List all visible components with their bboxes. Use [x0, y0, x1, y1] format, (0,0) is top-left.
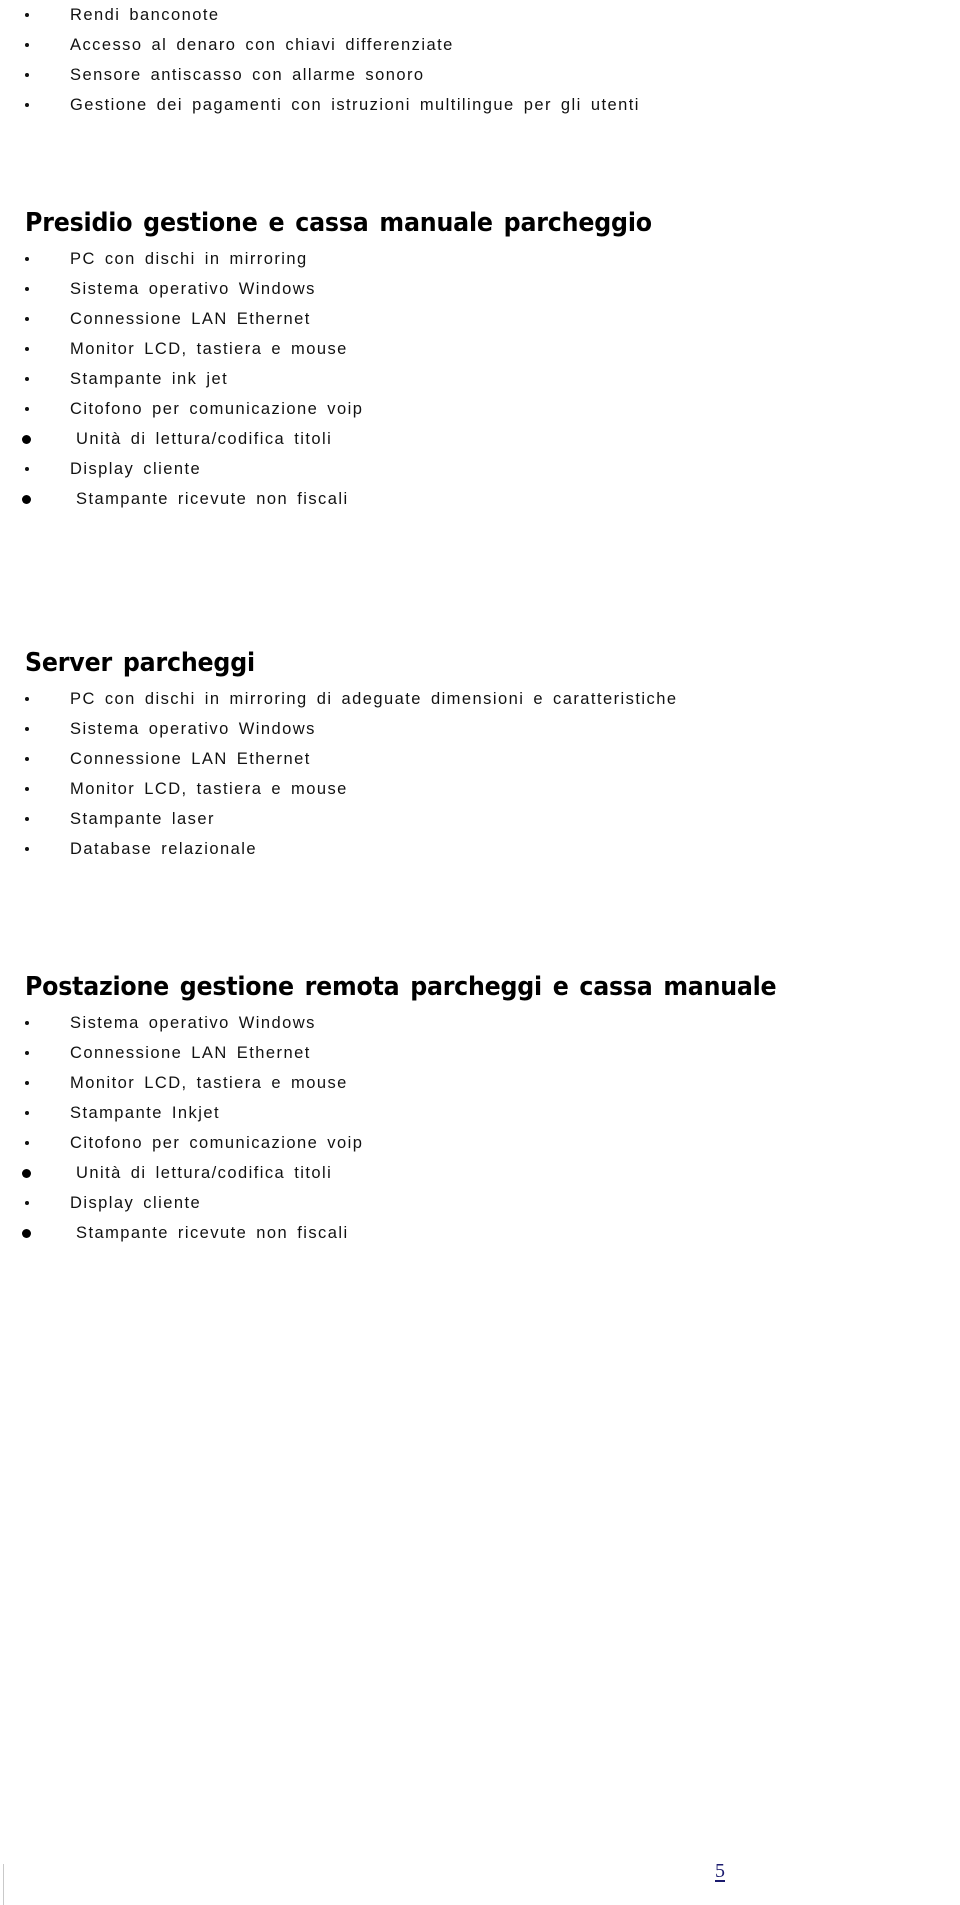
- list-item: Sistema operativo Windows: [0, 1008, 363, 1038]
- list-item-text: PC con dischi in mirroring: [70, 250, 308, 268]
- list-item-text: Display cliente: [70, 460, 202, 478]
- list-item: Citofono per comunicazione voip: [0, 1128, 363, 1158]
- list-item-text: Sistema operativo Windows: [70, 280, 316, 298]
- list-item-text: Monitor LCD, tastiera e mouse: [70, 340, 348, 358]
- section-heading-postazione-remota: Postazione gestione remota parcheggi e c…: [25, 972, 833, 1002]
- list-item-text: Monitor LCD, tastiera e mouse: [70, 1074, 348, 1092]
- list-item: Stampante ink jet: [0, 364, 363, 394]
- list-item: Sistema operativo Windows: [0, 274, 363, 304]
- list-item: Stampante ricevute non fiscali: [0, 484, 363, 514]
- list-item-text: Stampante ink jet: [70, 370, 229, 388]
- section-2-bullet-list: PC con dischi in mirroring di adeguate d…: [0, 684, 677, 864]
- list-item: Rendi banconote: [0, 0, 640, 30]
- page-number: 5: [715, 1860, 725, 1882]
- list-item-text: Stampante laser: [70, 810, 215, 828]
- list-item-text: Sensore antiscasso con allarme sonoro: [70, 66, 425, 84]
- list-item-text: Citofono per comunicazione voip: [70, 1134, 364, 1152]
- section-3-title: Postazione gestione remota parcheggi e c…: [25, 972, 777, 1002]
- list-item: Accesso al denaro con chiavi differenzia…: [0, 30, 640, 60]
- intro-bullet-list: Rendi banconote Accesso al denaro con chi…: [0, 0, 640, 120]
- list-item-text: Stampante ricevute non fiscali: [76, 1224, 349, 1242]
- list-item: Gestione dei pagamenti con istruzioni mu…: [0, 90, 640, 120]
- section-1-title: Presidio gestione e cassa manuale parche…: [25, 208, 652, 238]
- list-item: Stampante laser: [0, 804, 677, 834]
- list-item-text: Sistema operativo Windows: [70, 1014, 316, 1032]
- list-item: Citofono per comunicazione voip: [0, 394, 363, 424]
- bullet-list: PC con dischi in mirroring di adeguate d…: [0, 684, 677, 864]
- document-page: Rendi banconote Accesso al denaro con chi…: [0, 0, 960, 1905]
- list-item-text: Connessione LAN Ethernet: [70, 310, 311, 328]
- bullet-list: Rendi banconote Accesso al denaro con chi…: [0, 0, 640, 120]
- list-item: Monitor LCD, tastiera e mouse: [0, 334, 363, 364]
- list-item: Display cliente: [0, 1188, 363, 1218]
- list-item-text: Database relazionale: [70, 840, 258, 858]
- section-heading-presidio: Presidio gestione e cassa manuale parche…: [25, 208, 699, 238]
- list-item-text: Connessione LAN Ethernet: [70, 750, 311, 768]
- list-item-text: Citofono per comunicazione voip: [70, 400, 364, 418]
- list-item-text: Rendi banconote: [70, 6, 220, 24]
- list-item: Sensore antiscasso con allarme sonoro: [0, 60, 640, 90]
- list-item-text: Unità di lettura/codifica titoli: [76, 1164, 333, 1182]
- list-item: Display cliente: [0, 454, 363, 484]
- section-heading-server-parcheggi: Server parcheggi: [25, 648, 272, 678]
- left-margin-rule: [3, 1864, 4, 1905]
- list-item-text: Unità di lettura/codifica titoli: [76, 430, 333, 448]
- section-1-bullet-list: PC con dischi in mirroring Sistema operat…: [0, 244, 363, 514]
- list-item-text: Accesso al denaro con chiavi differenzia…: [70, 36, 454, 54]
- list-item-text: PC con dischi in mirroring di adeguate d…: [70, 690, 678, 708]
- list-item: PC con dischi in mirroring di adeguate d…: [0, 684, 677, 714]
- list-item: Sistema operativo Windows: [0, 714, 677, 744]
- list-item-text: Stampante ricevute non fiscali: [76, 490, 349, 508]
- list-item-text: Display cliente: [70, 1194, 202, 1212]
- section-2-title: Server parcheggi: [25, 648, 255, 678]
- list-item: Connessione LAN Ethernet: [0, 1038, 363, 1068]
- list-item: Monitor LCD, tastiera e mouse: [0, 1068, 363, 1098]
- list-item-text: Sistema operativo Windows: [70, 720, 316, 738]
- bullet-list: PC con dischi in mirroring Sistema operat…: [0, 244, 363, 514]
- list-item: Unità di lettura/codifica titoli: [0, 1158, 363, 1188]
- list-item: PC con dischi in mirroring: [0, 244, 363, 274]
- list-item: Stampante ricevute non fiscali: [0, 1218, 363, 1248]
- list-item: Unità di lettura/codifica titoli: [0, 424, 363, 454]
- list-item: Monitor LCD, tastiera e mouse: [0, 774, 677, 804]
- list-item-text: Stampante Inkjet: [70, 1104, 221, 1122]
- list-item-text: Gestione dei pagamenti con istruzioni mu…: [70, 96, 640, 114]
- list-item: Connessione LAN Ethernet: [0, 744, 677, 774]
- list-item: Stampante Inkjet: [0, 1098, 363, 1128]
- list-item: Database relazionale: [0, 834, 677, 864]
- section-3-bullet-list: Sistema operativo Windows Connessione LAN…: [0, 1008, 363, 1248]
- list-item-text: Monitor LCD, tastiera e mouse: [70, 780, 348, 798]
- list-item: Connessione LAN Ethernet: [0, 304, 363, 334]
- bullet-list: Sistema operativo Windows Connessione LAN…: [0, 1008, 363, 1248]
- list-item-text: Connessione LAN Ethernet: [70, 1044, 311, 1062]
